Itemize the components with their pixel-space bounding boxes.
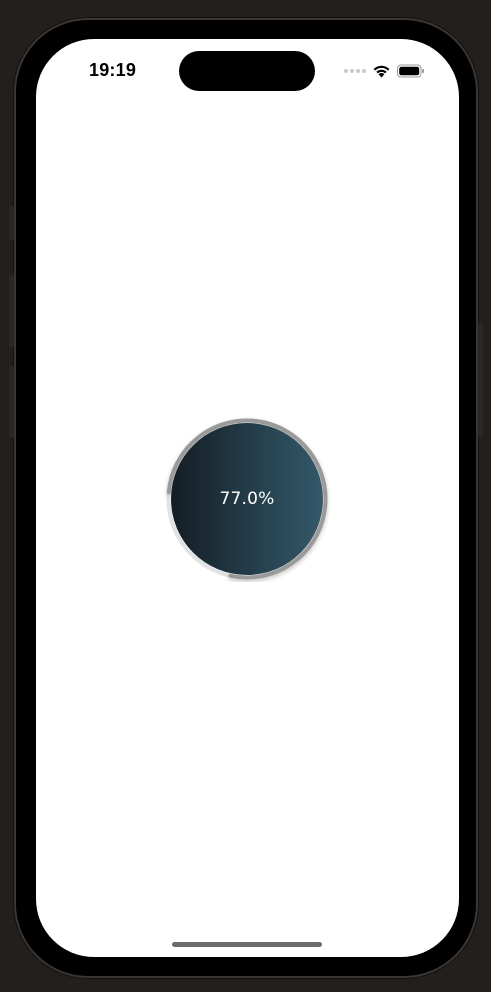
app-screen: 19:19 77.0%	[36, 39, 459, 957]
status-time: 19:19	[89, 60, 137, 80]
status-icons	[344, 63, 425, 79]
battery-icon	[397, 64, 424, 78]
volume-up-button	[9, 275, 14, 347]
power-button	[478, 323, 483, 437]
wifi-icon	[373, 65, 390, 78]
volume-down-button	[9, 366, 14, 438]
dynamic-island	[179, 51, 315, 91]
home-indicator[interactable]	[172, 942, 322, 947]
cellular-dots-icon	[344, 69, 366, 73]
progress-gauge: 77.0%	[164, 416, 330, 582]
progress-percentage: 77.0%	[219, 489, 275, 509]
silent-switch	[9, 206, 14, 240]
